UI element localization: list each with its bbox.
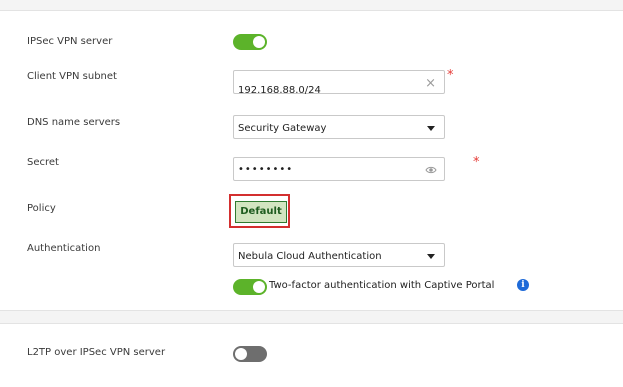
eye-icon[interactable]: [425, 164, 437, 176]
ipsec-server-toggle[interactable]: [233, 34, 267, 50]
required-indicator: *: [473, 155, 480, 170]
twofa-label: Two-factor authentication with Captive P…: [269, 280, 495, 291]
policy-label: Policy: [27, 203, 56, 214]
secret-input[interactable]: ••••••••: [233, 157, 445, 181]
client-subnet-input[interactable]: 192.168.88.0/24 ×: [233, 70, 445, 96]
authentication-select[interactable]: Nebula Cloud Authentication: [233, 243, 445, 267]
toggle-knob: [253, 281, 265, 293]
dns-servers-select[interactable]: Security Gateway: [233, 115, 445, 139]
required-indicator: *: [447, 68, 454, 83]
secret-masked-value: ••••••••: [238, 164, 294, 175]
chevron-down-icon: [427, 254, 435, 259]
client-subnet-value: 192.168.88.0/24: [238, 85, 321, 96]
l2tp-server-label: L2TP over IPSec VPN server: [27, 347, 166, 358]
policy-default-button[interactable]: Default: [235, 201, 287, 223]
toggle-knob: [235, 348, 247, 360]
secret-label: Secret: [27, 157, 59, 168]
close-icon[interactable]: ×: [425, 76, 436, 91]
info-icon[interactable]: i: [517, 279, 529, 291]
ipsec-server-label: IPSec VPN server: [27, 36, 113, 47]
toggle-knob: [253, 36, 265, 48]
dns-servers-label: DNS name servers: [27, 117, 121, 128]
client-subnet-label: Client VPN subnet: [27, 71, 117, 82]
twofa-toggle[interactable]: [233, 279, 267, 295]
authentication-value: Nebula Cloud Authentication: [238, 251, 382, 262]
chevron-down-icon: [427, 126, 435, 131]
l2tp-server-toggle[interactable]: [233, 346, 267, 362]
dns-servers-value: Security Gateway: [238, 123, 327, 134]
authentication-label: Authentication: [27, 243, 101, 254]
